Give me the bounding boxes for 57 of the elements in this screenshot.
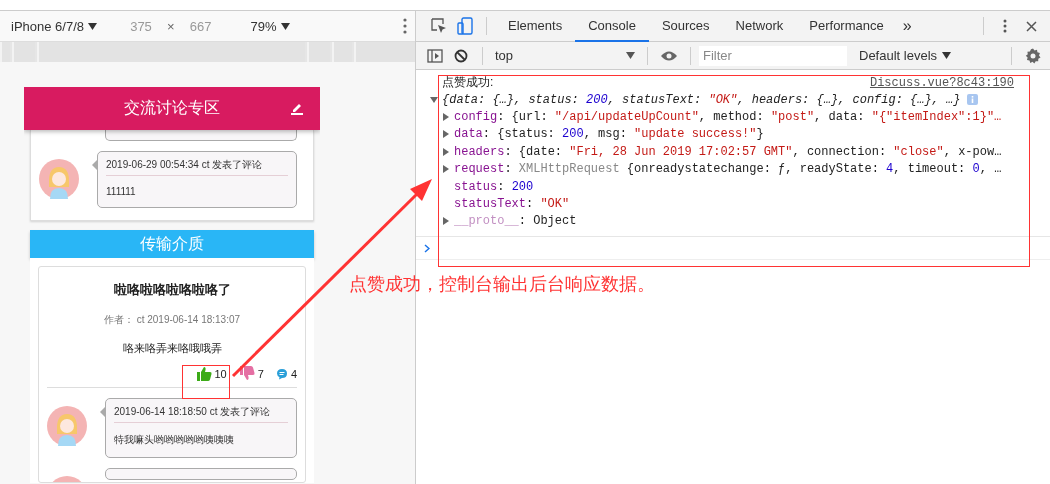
more-tabs-button[interactable]: » bbox=[896, 17, 918, 35]
expand-triangle-icon[interactable] bbox=[442, 130, 450, 139]
section-title: 传输介质 bbox=[140, 233, 204, 254]
avatar bbox=[39, 159, 79, 199]
device-toolbar-icon[interactable] bbox=[457, 17, 473, 35]
header-title: 交流讨论专区 bbox=[124, 98, 220, 118]
console-entry[interactable]: headers: {date: "Fri, 28 Jun 2019 17:02:57 GMT", connection: "close", x-pow… bbox=[454, 144, 1002, 159]
console-entry: statusText: "OK" bbox=[454, 197, 570, 212]
close-icon[interactable] bbox=[1025, 20, 1037, 32]
times-sign: × bbox=[167, 18, 175, 34]
eye-icon[interactable] bbox=[660, 49, 678, 62]
post-author: 作者： ct 2019-06-14 18:13:07 bbox=[103, 313, 241, 327]
comment-text: 特我嘛头哟哟哟哟哟咦咦咦 bbox=[114, 433, 235, 447]
console-entry[interactable]: {data: {…}, status: 200, statusText: "OK", headers: {…}, config: {…}, …} bbox=[442, 92, 961, 107]
settings-icon[interactable] bbox=[1025, 47, 1041, 64]
console-entry[interactable]: __proto__: Object bbox=[454, 214, 577, 229]
comment-button[interactable]: 4 bbox=[275, 367, 297, 380]
like-button[interactable]: 10 bbox=[195, 366, 227, 381]
prompt-icon bbox=[424, 243, 430, 253]
comment-meta: 2019-06-29 00:54:34 ct 发表了评论 bbox=[106, 158, 288, 176]
highlight-box bbox=[182, 365, 230, 399]
expand-triangle-icon[interactable] bbox=[442, 217, 450, 226]
sidebar-icon[interactable] bbox=[427, 48, 443, 63]
edit-icon[interactable] bbox=[290, 101, 304, 115]
caret-icon bbox=[942, 52, 952, 59]
expand-triangle-icon[interactable] bbox=[442, 165, 450, 174]
caret-icon bbox=[88, 22, 97, 30]
console-entry[interactable]: request: XMLHttpRequest {onreadystatechange: ƒ, readyState: 4, timeout: 0, … bbox=[454, 162, 1002, 177]
console-entry[interactable]: config: {url: "/api/updateUpCount", method: "post", data: "{"itemIndex":1}"… bbox=[454, 110, 1002, 125]
more-icon[interactable] bbox=[403, 18, 407, 34]
avatar bbox=[47, 406, 87, 446]
devtools-tab[interactable]: Network bbox=[722, 10, 797, 42]
caret-icon bbox=[280, 22, 290, 30]
context-dropdown[interactable]: top bbox=[491, 48, 639, 63]
more-icon[interactable] bbox=[1003, 19, 1007, 33]
devtools-tab[interactable]: Elements bbox=[495, 10, 576, 42]
device-dropdown[interactable]: iPhone 6/7/8 bbox=[11, 18, 97, 34]
filter-field[interactable]: Filter bbox=[699, 45, 847, 66]
zoom-dropdown[interactable]: 79% bbox=[250, 18, 290, 34]
expand-triangle-icon[interactable] bbox=[442, 113, 450, 122]
console-message: 点赞成功: bbox=[442, 74, 494, 91]
expand-triangle-icon[interactable] bbox=[442, 147, 450, 156]
clear-console-icon[interactable] bbox=[454, 48, 468, 63]
console-entry: status: 200 bbox=[454, 179, 534, 194]
levels-dropdown[interactable]: Default levels bbox=[859, 48, 952, 63]
inspect-icon[interactable] bbox=[431, 18, 447, 34]
console-entry[interactable]: data: {status: 200, msg: "update success!"} bbox=[454, 127, 764, 142]
comment-text: 111111 bbox=[106, 186, 137, 197]
source-link[interactable]: Discuss.vue?8c43:190 bbox=[869, 75, 1014, 90]
devtools-tab[interactable]: Sources bbox=[648, 10, 723, 42]
devtools-tab[interactable]: Performance bbox=[796, 10, 897, 42]
post-title: 啦咯啦咯啦咯啦咯了 bbox=[113, 281, 231, 299]
comment-meta: 2019-06-14 18:18:50 ct 发表了评论 bbox=[114, 405, 288, 423]
annotation-text: 点赞成功，控制台输出后台响应数据。 bbox=[349, 273, 655, 296]
caret-icon bbox=[626, 52, 635, 59]
post-body: 咯来咯弄来咯哦哦弄 bbox=[122, 341, 222, 356]
expand-triangle-icon[interactable] bbox=[430, 95, 438, 104]
